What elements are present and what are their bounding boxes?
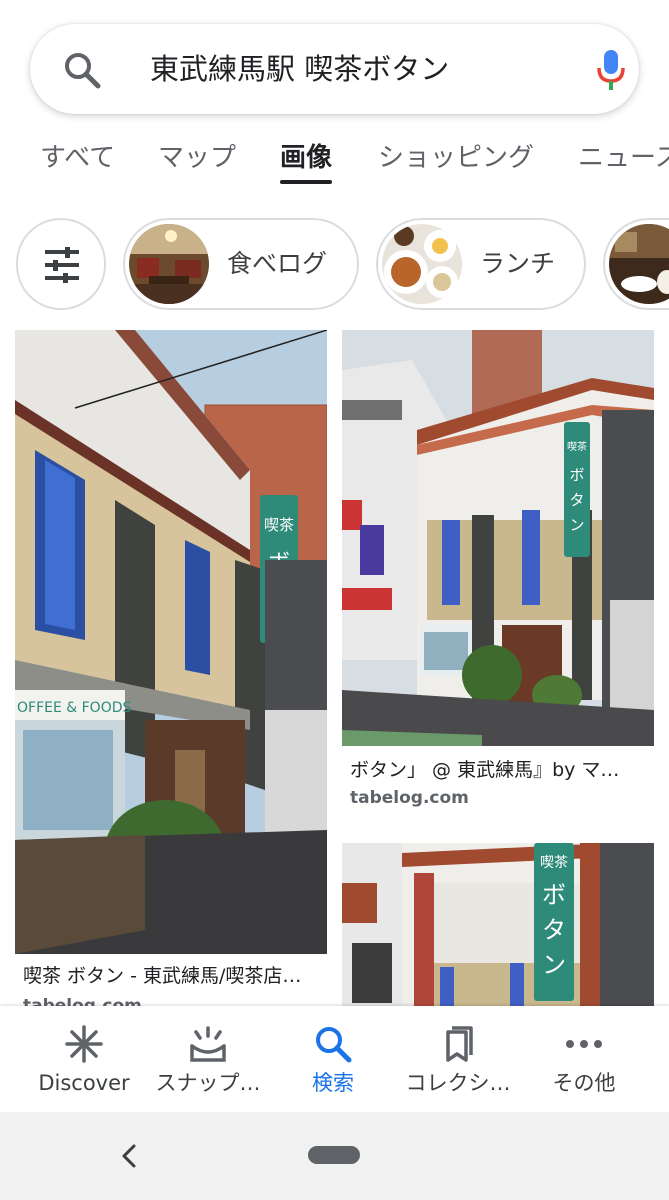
chip-next-thumbnail [609,224,669,304]
result-title[interactable]: 喫茶 ボタン - 東武練馬/喫茶店… [23,962,327,990]
collections-icon [446,1026,473,1062]
nav-discover-label: Discover [38,1071,130,1095]
chip-tabelog-thumbnail [129,224,209,304]
chip-lunch-label: ランチ [480,249,556,278]
search-icon [316,1027,352,1063]
nav-collections-label: コレクシ… [405,1071,511,1095]
svg-text:ン: ン [569,516,584,534]
svg-text:ボ: ボ [569,466,584,484]
nav-search-label: 検索 [312,1071,354,1095]
svg-text:ン: ン [542,951,566,979]
back-chevron-icon[interactable] [116,1140,140,1172]
search-query[interactable]: 東武練馬駅 喫茶ボタン [150,50,449,88]
svg-text:タ: タ [569,491,584,509]
nav-snapshot[interactable]: スナップ… [141,1006,275,1112]
chip-lunch-thumbnail [382,224,462,304]
tab-all[interactable]: すべて [40,138,115,178]
nav-discover[interactable]: Discover [17,1006,151,1112]
svg-text:喫茶: 喫茶 [540,855,568,871]
result-source[interactable]: tabelog.com [350,786,469,810]
awning-text: OFFEE & FOODS [17,700,132,716]
search-tabs: すべて マップ 画像 ショッピング ニュース [0,138,669,188]
nav-collections[interactable]: コレクシ… [391,1006,525,1112]
tab-news[interactable]: ニュース [578,138,669,178]
nav-search[interactable]: 検索 [266,1006,400,1112]
home-pill[interactable] [308,1146,360,1164]
chip-next[interactable] [603,218,669,310]
result-image[interactable]: 喫茶 ボ タ ン OFFEE & FOODS [15,330,327,954]
svg-text:喫茶: 喫茶 [264,516,294,534]
result-image[interactable]: 喫茶 ボ タ ン [342,330,654,746]
tab-shopping[interactable]: ショッピング [378,138,534,178]
mic-icon[interactable] [596,48,626,92]
tab-maps[interactable]: マップ [158,138,236,178]
filter-settings-chip[interactable] [16,218,106,310]
svg-text:喫茶: 喫茶 [567,440,587,453]
tune-icon [45,247,79,283]
tab-images[interactable]: 画像 [280,138,332,178]
chip-tabelog[interactable]: 食べログ [123,218,359,310]
active-tab-indicator [280,180,332,184]
nav-more-label: その他 [552,1071,616,1095]
nav-snapshot-label: スナップ… [155,1071,261,1095]
search-bar[interactable]: 東武練馬駅 喫茶ボタン [30,24,639,114]
nav-more[interactable]: その他 [517,1006,651,1112]
filter-chips: 食べログ ランチ [0,218,669,312]
search-icon[interactable] [62,50,102,90]
result-title[interactable]: ボタン」 @ 東武練馬』by マ… [350,756,654,784]
image-result[interactable]: 喫茶 ボ タ ン OFFEE & FOODS 喫茶 ボタン - 東武練馬/喫茶店… [15,330,327,1016]
more-icon [566,1040,602,1048]
image-result[interactable]: 喫茶 ボ タ ン [342,843,654,1006]
chip-tabelog-label: 食べログ [227,249,328,278]
svg-text:タ: タ [542,916,566,944]
svg-text:ボ: ボ [542,881,566,909]
lens-icon [190,1026,226,1062]
chip-lunch[interactable]: ランチ [376,218,586,310]
asterisk-icon [65,1025,103,1063]
result-image[interactable]: 喫茶 ボ タ ン [342,843,654,1006]
bottom-navigation: Discover スナップ… 検索 コレクシ… その他 [0,1006,669,1112]
image-result[interactable]: 喫茶 ボ タ ン ボタン」 @ 東武練馬』by マ… tabelog.com [342,330,654,810]
